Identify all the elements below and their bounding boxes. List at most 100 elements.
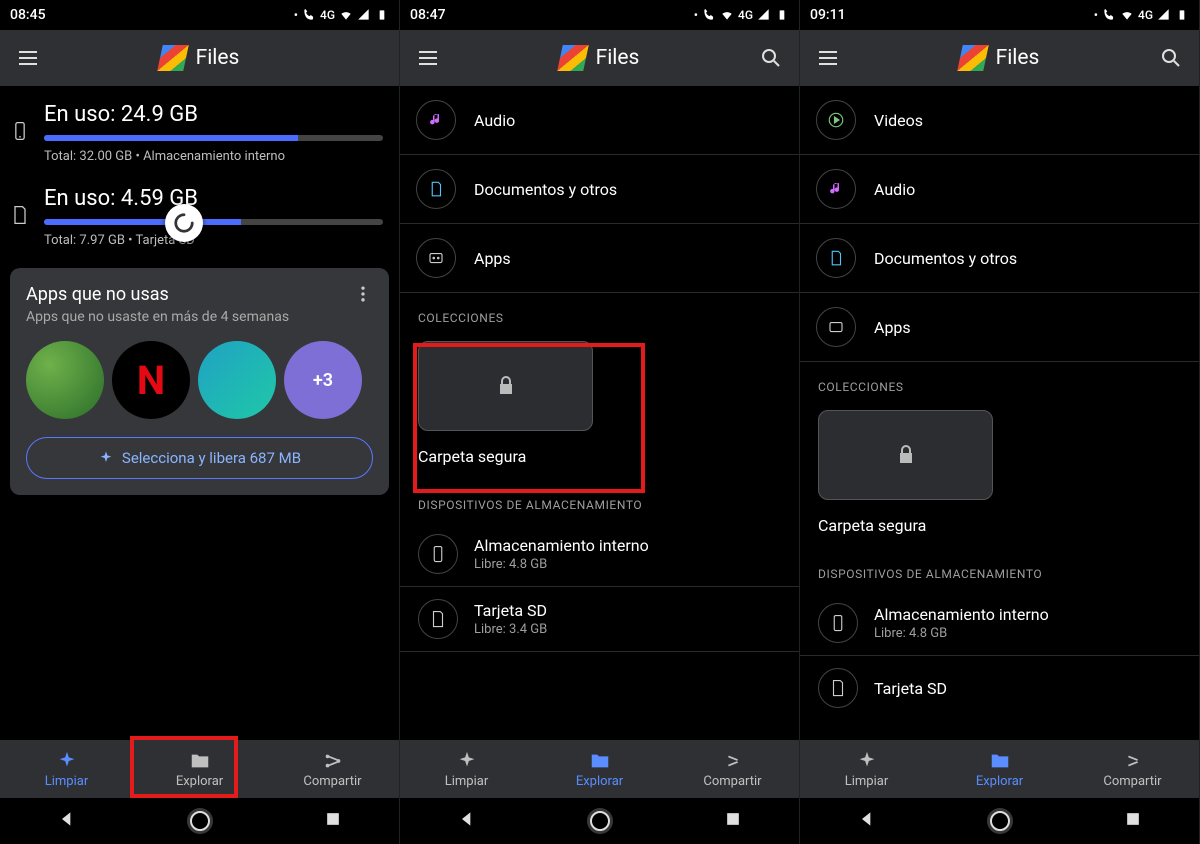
wifi-icon (720, 8, 734, 22)
clock: 08:45 (10, 7, 46, 23)
category-apps[interactable]: Apps (400, 224, 799, 293)
app-icon[interactable] (26, 341, 104, 419)
status-bar: 08:47 • 4G (400, 0, 799, 30)
nav-explore[interactable]: Explorar (933, 740, 1066, 798)
device-internal[interactable]: Almacenamiento interno Libre: 4.8 GB (800, 591, 1199, 656)
device-sd[interactable]: Tarjeta SD (800, 656, 1199, 708)
app-title: Files (596, 46, 640, 70)
category-apps[interactable]: Apps (800, 293, 1199, 362)
cta-label: Selecciona y libera 687 MB (122, 449, 301, 467)
app-title: Files (996, 46, 1040, 70)
app-title: Files (196, 46, 240, 70)
audio-icon (416, 100, 456, 140)
category-videos[interactable]: Videos (800, 86, 1199, 155)
storage-total-label: Total: 32.00 GB • Almacenamiento interno (44, 149, 383, 164)
category-audio[interactable]: Audio (400, 86, 799, 155)
app-bar: Files (0, 30, 399, 86)
category-label: Audio (474, 111, 783, 130)
category-documents[interactable]: Documentos y otros (400, 155, 799, 224)
category-audio[interactable]: Audio (800, 155, 1199, 224)
back-icon[interactable] (857, 809, 877, 833)
storage-used-label: En uso: 24.9 GB (44, 102, 383, 127)
nav-clean[interactable]: Limpiar (400, 740, 533, 798)
loading-spinner-icon (165, 204, 203, 242)
nav-label: Compartir (703, 774, 761, 789)
free-space-button[interactable]: Selecciona y libera 687 MB (26, 437, 373, 479)
more-icon[interactable] (353, 284, 373, 308)
recents-icon[interactable] (1123, 809, 1143, 833)
doc-icon (816, 238, 856, 278)
section-collections: COLECCIONES (400, 293, 799, 335)
status-icons: • 4G (694, 8, 789, 22)
safe-folder-card[interactable] (418, 341, 593, 431)
phone-icon (818, 603, 858, 643)
sd-icon (418, 599, 458, 639)
device-sd[interactable]: Tarjeta SD Libre: 3.4 GB (400, 587, 799, 652)
device-name: Tarjeta SD (874, 679, 947, 698)
category-label: Documentos y otros (474, 180, 783, 199)
device-name: Almacenamiento interno (874, 605, 1049, 624)
device-internal[interactable]: Almacenamiento interno Libre: 4.8 GB (400, 522, 799, 587)
menu-icon[interactable] (808, 38, 848, 78)
nav-label: Limpiar (445, 774, 489, 789)
battery-icon (775, 8, 789, 22)
device-name: Tarjeta SD (474, 601, 547, 620)
app-icon[interactable]: N (112, 341, 190, 419)
search-icon[interactable] (1151, 38, 1191, 78)
nav-share[interactable]: Compartir (666, 740, 799, 798)
back-icon[interactable] (457, 809, 477, 833)
recents-icon[interactable] (323, 809, 343, 833)
lock-icon (494, 374, 518, 398)
home-icon[interactable] (590, 811, 610, 831)
app-icon[interactable] (198, 341, 276, 419)
storage-internal[interactable]: En uso: 24.9 GB Total: 32.00 GB • Almace… (0, 86, 399, 170)
files-logo-icon (957, 45, 989, 71)
doc-icon (416, 169, 456, 209)
recents-icon[interactable] (723, 809, 743, 833)
nav-explore[interactable]: Explorar (133, 740, 266, 798)
call-icon (702, 8, 716, 22)
home-icon[interactable] (990, 811, 1010, 831)
menu-icon[interactable] (408, 38, 448, 78)
files-logo-icon (157, 45, 189, 71)
battery-icon (375, 8, 389, 22)
status-icons: • 4G (1094, 8, 1189, 22)
menu-icon[interactable] (8, 38, 48, 78)
device-free: Libre: 3.4 GB (474, 622, 547, 637)
back-icon[interactable] (57, 809, 77, 833)
category-documents[interactable]: Documentos y otros (800, 224, 1199, 293)
category-label: Audio (874, 180, 1183, 199)
unused-apps-card: Apps que no usas Apps que no usaste en m… (10, 268, 389, 495)
nav-label: Explorar (976, 774, 1023, 789)
status-icons: • 4G (294, 8, 389, 22)
phone-icon (418, 534, 458, 574)
nav-clean[interactable]: Limpiar (800, 740, 933, 798)
category-label: Apps (474, 249, 783, 268)
nav-clean[interactable]: Limpiar (0, 740, 133, 798)
system-nav (0, 798, 399, 844)
card-subtitle: Apps que no usaste en más de 4 semanas (26, 309, 289, 325)
status-bar: 09:11 • 4G (800, 0, 1199, 30)
status-bar: 08:45 • 4G (0, 0, 399, 30)
search-icon[interactable] (751, 38, 791, 78)
category-label: Apps (874, 318, 1183, 337)
app-bar: Files (400, 30, 799, 86)
apps-icon (816, 307, 856, 347)
category-label: Videos (874, 111, 1183, 130)
home-icon[interactable] (190, 811, 210, 831)
signal-icon (1157, 8, 1171, 22)
app-more[interactable]: +3 (284, 341, 362, 419)
unused-apps-list: N +3 (26, 341, 373, 419)
section-devices: DISPOSITIVOS DE ALMACENAMIENTO (800, 549, 1199, 591)
nav-label: Explorar (176, 774, 223, 789)
nav-share[interactable]: Compartir (1066, 740, 1199, 798)
clock: 09:11 (810, 7, 846, 23)
sd-icon (10, 205, 30, 229)
safe-folder-card[interactable] (818, 410, 993, 500)
device-free: Libre: 4.8 GB (474, 557, 649, 572)
clock: 08:47 (410, 7, 446, 23)
signal-icon (757, 8, 771, 22)
nav-share[interactable]: Compartir (266, 740, 399, 798)
apps-icon (416, 238, 456, 278)
nav-explore[interactable]: Explorar (533, 740, 666, 798)
